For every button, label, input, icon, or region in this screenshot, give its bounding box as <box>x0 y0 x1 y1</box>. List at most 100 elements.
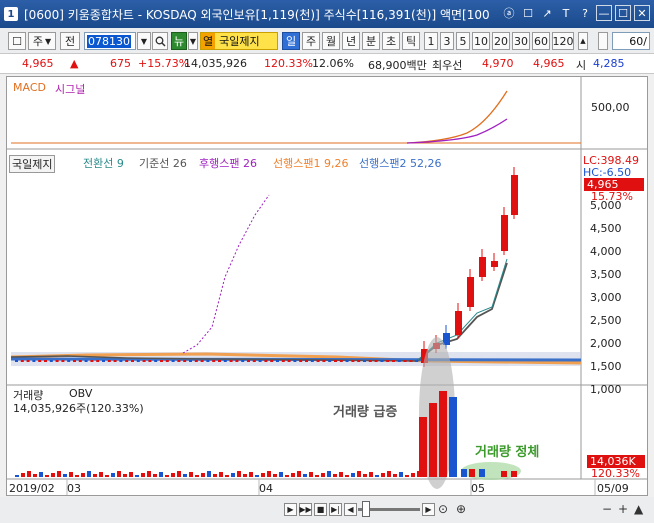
candle-body-5 <box>479 257 486 277</box>
flat-candle <box>212 360 216 362</box>
period-minute[interactable]: 분 <box>362 32 380 50</box>
flat-candle <box>281 360 285 362</box>
price-change: 675 <box>110 57 131 70</box>
volume-bar <box>57 471 61 477</box>
minimize-button[interactable]: — <box>596 5 612 21</box>
popout-icon[interactable]: ↗ <box>539 5 555 21</box>
volume-bar <box>303 474 307 477</box>
period-week[interactable]: 주 <box>302 32 320 50</box>
volume-bar <box>315 475 319 477</box>
surge-volume-bar-0 <box>419 417 427 477</box>
period-tick[interactable]: 틱 <box>402 32 420 50</box>
flat-candle <box>177 360 181 362</box>
settings-icon[interactable]: ▲ <box>634 502 643 516</box>
square-icon[interactable]: ☐ <box>520 5 536 21</box>
interval-10[interactable]: 10 <box>472 32 490 50</box>
chart-area[interactable]: MACD 시그널 500,00 국일제지 전환선 9 기준선 26 후행스팬 2… <box>6 76 648 496</box>
flat-candle <box>310 360 314 362</box>
stock-name-box[interactable]: 열 국일제지 <box>200 32 278 50</box>
interval-20[interactable]: 20 <box>492 32 510 50</box>
volume-bar <box>135 475 139 477</box>
stop-icon[interactable]: ■ <box>314 503 327 516</box>
flat-candle <box>73 360 76 362</box>
flat-candle <box>113 360 117 362</box>
macd-signal-line <box>406 118 508 144</box>
help-icon[interactable]: ? <box>577 5 593 21</box>
volume-bar <box>39 472 43 477</box>
maximize-button[interactable]: ☐ <box>615 5 631 21</box>
flat-candle <box>334 360 337 362</box>
code-dropdown-button[interactable]: ▼ <box>137 32 151 50</box>
chevron-down-icon: ▼ <box>44 36 52 46</box>
window-icon[interactable]: 1 <box>4 7 18 21</box>
toolbar: ☐ 주 ▼ 전 078130 ▼ 뉴 ▼ 열 국일제지 일 주 월 년 분 초 틱… <box>0 28 654 54</box>
news-dropdown-button[interactable]: ▼ <box>188 32 198 50</box>
menu-icon[interactable]: ☐ <box>8 32 26 50</box>
open-label: 시 <box>576 59 587 72</box>
prev-button[interactable]: 전 <box>60 32 80 50</box>
turnover-rate: 12.06% <box>312 57 354 70</box>
period-second[interactable]: 초 <box>382 32 400 50</box>
news-button[interactable]: 뉴 <box>171 32 187 50</box>
interval-60[interactable]: 60 <box>532 32 550 50</box>
volume-bar <box>351 473 355 477</box>
link-icon[interactable]: ⓐ <box>501 5 517 21</box>
interval-30[interactable]: 30 <box>512 32 530 50</box>
period-year[interactable]: 년 <box>342 32 360 50</box>
interval-120[interactable]: 120 <box>552 32 574 50</box>
close-button[interactable]: ✕ <box>634 5 650 21</box>
date-label-mar: 03 <box>67 482 81 495</box>
scroll-end-icon[interactable]: ▶| <box>329 503 342 516</box>
interval-3[interactable]: 3 <box>440 32 454 50</box>
crosshair-icon[interactable]: ⊕ <box>456 502 466 516</box>
volume-bar <box>369 472 373 477</box>
chart-canvas[interactable] <box>7 77 647 495</box>
fast-forward-icon[interactable]: ▶▶ <box>299 503 312 516</box>
y-tick-1000: 1,000 <box>590 383 622 396</box>
candle-body-3 <box>455 311 462 335</box>
flat-candle <box>38 360 42 362</box>
search-icon[interactable] <box>152 32 168 50</box>
mode-select[interactable]: 주 ▼ <box>28 32 56 50</box>
stock-code-value: 078130 <box>87 34 131 48</box>
interval-1[interactable]: 1 <box>424 32 438 50</box>
scroll-right-icon[interactable]: ▶ <box>422 503 435 516</box>
zoom-in-icon[interactable]: + <box>618 502 628 516</box>
volume-bar <box>237 471 241 477</box>
zoom-out-icon[interactable]: − <box>602 502 612 516</box>
count-input[interactable]: 60/ <box>612 32 650 50</box>
flat-candle <box>142 360 146 362</box>
volume-bar <box>87 471 91 477</box>
price-panel-tag[interactable]: 국일제지 <box>9 155 56 173</box>
volume-bar <box>147 471 151 477</box>
y-tick-4500: 4,500 <box>590 222 622 235</box>
volume-bar <box>285 475 289 477</box>
flat-candle <box>160 360 163 362</box>
volume-bar <box>189 472 193 477</box>
flat-candle <box>218 360 221 362</box>
indicator-lagging-span: 후행스팬 26 <box>199 157 257 170</box>
volume-bar <box>117 471 121 477</box>
interval-5[interactable]: 5 <box>456 32 470 50</box>
text-icon[interactable]: T <box>558 5 574 21</box>
zoom-fit-icon[interactable]: ⊙ <box>438 502 448 516</box>
stock-code-input[interactable]: 078130 <box>84 32 136 50</box>
y-tick-5000: 5,000 <box>590 199 622 212</box>
period-day[interactable]: 일 <box>282 32 300 50</box>
volume-ratio: 120.33% <box>264 57 313 70</box>
scroll-left-icon[interactable]: ◀ <box>344 503 357 516</box>
date-label-apr: 04 <box>259 482 273 495</box>
name-tag: 열 <box>201 33 216 49</box>
window-title: [0600] 키움종합차트 - KOSDAQ 외국인보유[1,119(천)] 주… <box>24 7 490 22</box>
flat-candle <box>415 360 419 362</box>
ask-price: 4,970 <box>482 57 514 70</box>
volume-bar <box>273 474 277 477</box>
period-month[interactable]: 월 <box>322 32 340 50</box>
volume-bar <box>405 475 409 477</box>
zoom-slider-thumb[interactable] <box>362 501 370 517</box>
y-tick-2500: 2,500 <box>590 314 622 327</box>
play-icon[interactable]: ▶ <box>284 503 297 516</box>
volume-bar <box>165 475 169 477</box>
interval-spin-button[interactable]: ▲ <box>578 32 588 50</box>
flat-candle <box>392 360 395 362</box>
